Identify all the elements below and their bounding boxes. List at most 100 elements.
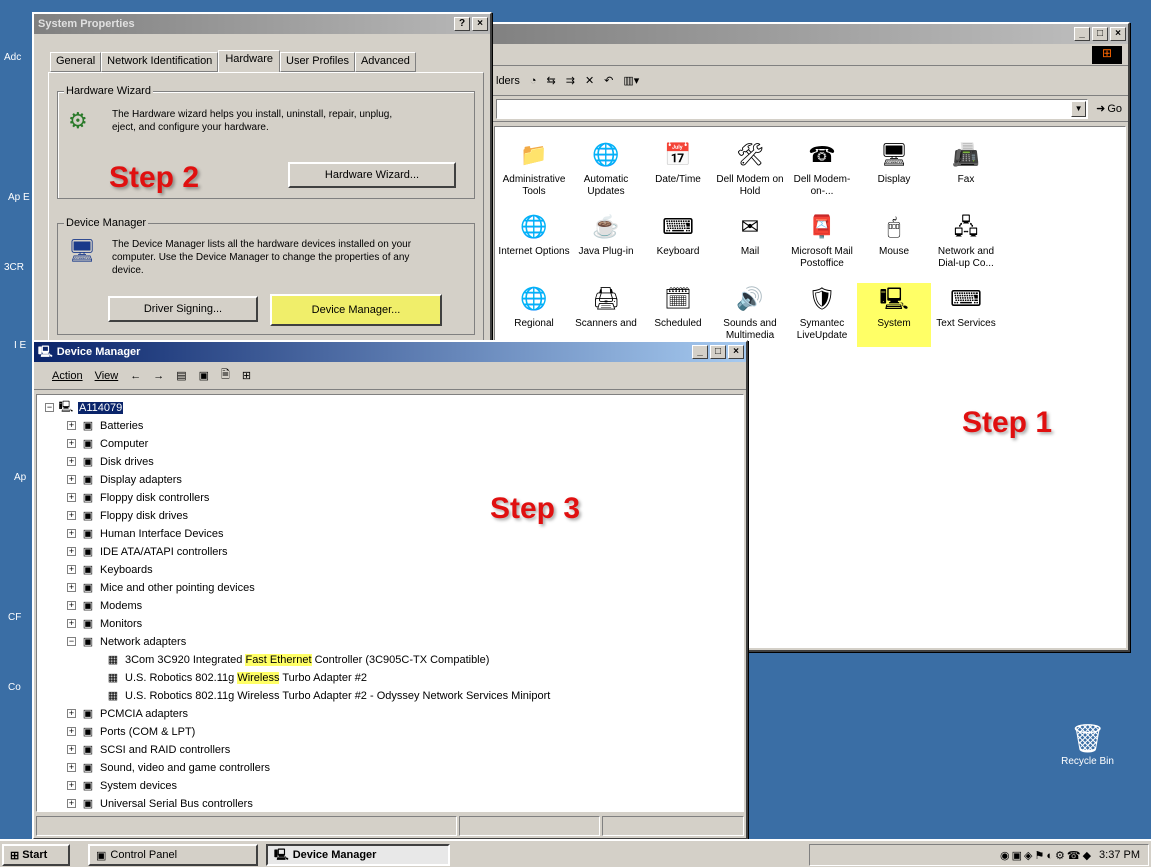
recycle-bin[interactable]: 🗑 Recycle Bin: [1050, 722, 1125, 767]
close-button[interactable]: ×: [728, 345, 744, 359]
control-panel-item[interactable]: 🖧 Network and Dial-up Co...: [929, 211, 1003, 270]
menu-view[interactable]: View: [95, 370, 119, 382]
history-icon[interactable]: ◔: [530, 75, 537, 87]
tree-category[interactable]: + ▣ Batteries: [67, 417, 143, 434]
network-adapter[interactable]: ▦ U.S. Robotics 802.11g Wireless Turbo Ad…: [105, 687, 551, 704]
tree-category[interactable]: + ▣ Monitors: [67, 615, 142, 632]
move-to-icon[interactable]: ⇆: [547, 74, 556, 87]
tree-category[interactable]: + ▣ PCMCIA adapters: [67, 705, 188, 722]
system-properties-titlebar[interactable]: System Properties ? ×: [34, 14, 490, 34]
tab-advanced[interactable]: Advanced: [354, 52, 416, 72]
expand-icon[interactable]: +: [67, 439, 76, 448]
control-panel-item[interactable]: 🖳 System: [857, 283, 931, 347]
control-panel-item[interactable]: ✉ Mail: [713, 211, 787, 258]
tree-root[interactable]: − 🖳 A114079: [45, 399, 124, 416]
desktop-label[interactable]: CF: [8, 612, 21, 623]
tree-category[interactable]: + ▣ Computer: [67, 435, 148, 452]
tree-category[interactable]: − ▣ Network adapters: [67, 633, 186, 650]
desktop-label[interactable]: Ap E: [8, 192, 30, 203]
go-button[interactable]: ➜ Go: [1096, 102, 1122, 116]
expand-icon[interactable]: +: [67, 727, 76, 736]
undo-icon[interactable]: ↶: [604, 74, 613, 87]
taskbar-device-manager[interactable]: 🖳 Device Manager: [266, 844, 450, 866]
tree-category[interactable]: + ▣ Ports (COM & LPT): [67, 723, 195, 740]
scan-hardware-icon[interactable]: ⊞: [242, 369, 251, 382]
control-panel-item[interactable]: 🌐 Internet Options: [497, 211, 571, 258]
control-panel-titlebar[interactable]: _ □ ×: [480, 24, 1128, 44]
start-button[interactable]: ⊞ Start: [2, 844, 70, 866]
expand-icon[interactable]: +: [67, 745, 76, 754]
properties-icon[interactable]: 🗎: [221, 366, 230, 385]
expand-icon[interactable]: +: [67, 799, 76, 808]
menu-action[interactable]: Action: [52, 370, 83, 382]
control-panel-item[interactable]: ☕ Java Plug-in: [569, 211, 643, 258]
control-panel-item[interactable]: 🛠 Dell Modem on Hold: [713, 139, 787, 198]
hardware-wizard-button[interactable]: Hardware Wizard...: [288, 162, 456, 188]
control-panel-item[interactable]: 📠 Fax: [929, 139, 1003, 186]
expand-icon[interactable]: +: [67, 493, 76, 502]
tree-category[interactable]: + ▣ SCSI and RAID controllers: [67, 741, 230, 758]
maximize-button[interactable]: □: [710, 345, 726, 359]
tree-category[interactable]: + ▣ Disk drives: [67, 453, 154, 470]
expand-icon[interactable]: +: [67, 475, 76, 484]
control-panel-item[interactable]: 🌐 Automatic Updates: [569, 139, 643, 198]
expand-icon[interactable]: +: [67, 583, 76, 592]
expand-icon[interactable]: +: [67, 763, 76, 772]
address-input[interactable]: ▼: [496, 98, 1089, 119]
close-button[interactable]: ×: [1110, 27, 1126, 41]
control-panel-item[interactable]: 🛡 Symantec LiveUpdate: [785, 283, 859, 342]
expand-icon[interactable]: +: [67, 421, 76, 430]
minimize-button[interactable]: _: [692, 345, 708, 359]
desktop-label[interactable]: Adc: [4, 52, 21, 63]
delete-icon[interactable]: ✕: [585, 74, 594, 87]
network-adapter[interactable]: ▦ U.S. Robotics 802.11g Wireless Turbo Ad…: [105, 669, 367, 686]
collapse-icon[interactable]: −: [45, 403, 54, 412]
control-panel-item[interactable]: 📁 Administrative Tools: [497, 139, 571, 198]
expand-icon[interactable]: +: [67, 457, 76, 466]
expand-icon[interactable]: +: [67, 529, 76, 538]
driver-signing-button[interactable]: Driver Signing...: [108, 296, 258, 322]
views-icon[interactable]: ▥▾: [623, 74, 639, 87]
back-icon[interactable]: ←: [130, 370, 141, 382]
device-manager-titlebar[interactable]: 🖳 Device Manager _ □ ×: [34, 342, 746, 362]
tab-user-profiles[interactable]: User Profiles: [280, 52, 355, 72]
tree-category[interactable]: + ▣ Display adapters: [67, 471, 182, 488]
folders-button[interactable]: lders: [496, 75, 520, 87]
forward-icon[interactable]: →: [153, 370, 164, 382]
tree-category[interactable]: + ▣ Keyboards: [67, 561, 153, 578]
expand-icon[interactable]: +: [67, 565, 76, 574]
tree-category[interactable]: + ▣ Human Interface Devices: [67, 525, 224, 542]
expand-icon[interactable]: +: [67, 511, 76, 520]
copy-to-icon[interactable]: ⇉: [566, 74, 575, 87]
show-hide-icon[interactable]: ▣: [199, 369, 209, 382]
control-panel-item[interactable]: ☎ Dell Modem-on-...: [785, 139, 859, 198]
tree-category[interactable]: + ▣ Floppy disk controllers: [67, 489, 209, 506]
tree-category[interactable]: + ▣ Mice and other pointing devices: [67, 579, 255, 596]
console-tree-icon[interactable]: ▤: [176, 369, 186, 382]
control-panel-item[interactable]: 🔊 Sounds and Multimedia: [713, 283, 787, 342]
desktop-label[interactable]: 3CR: [4, 262, 24, 273]
device-manager-button[interactable]: Device Manager...: [270, 294, 442, 326]
tree-category[interactable]: + ▣ Modems: [67, 597, 142, 614]
tree-category[interactable]: + ▣ System devices: [67, 777, 177, 794]
minimize-button[interactable]: _: [1074, 27, 1090, 41]
expand-icon[interactable]: +: [67, 709, 76, 718]
tab-hardware[interactable]: Hardware: [218, 50, 280, 72]
tree-category[interactable]: + ▣ Universal Serial Bus controllers: [67, 795, 253, 812]
control-panel-item[interactable]: 🗓 Scheduled: [641, 283, 715, 330]
control-panel-item[interactable]: 📅 Date/Time: [641, 139, 715, 186]
close-button[interactable]: ×: [472, 17, 488, 31]
control-panel-item[interactable]: 📮 Microsoft Mail Postoffice: [785, 211, 859, 270]
tray-icons[interactable]: ◉▣◈⚑◐⚙☎◆: [1000, 849, 1093, 862]
network-adapter[interactable]: ▦ 3Com 3C920 Integrated Fast Ethernet Con…: [105, 651, 489, 668]
control-panel-item[interactable]: 🖱 Mouse: [857, 211, 931, 258]
control-panel-item[interactable]: 🖥 Display: [857, 139, 931, 186]
control-panel-item[interactable]: ⌨ Keyboard: [641, 211, 715, 258]
expand-icon[interactable]: +: [67, 619, 76, 628]
desktop-label[interactable]: Co: [8, 682, 21, 693]
tree-category[interactable]: + ▣ Sound, video and game controllers: [67, 759, 270, 776]
desktop-label[interactable]: Ap: [14, 472, 26, 483]
expand-icon[interactable]: +: [67, 601, 76, 610]
control-panel-item[interactable]: 🖨 Scanners and: [569, 283, 643, 330]
tab-general[interactable]: General: [50, 52, 102, 72]
